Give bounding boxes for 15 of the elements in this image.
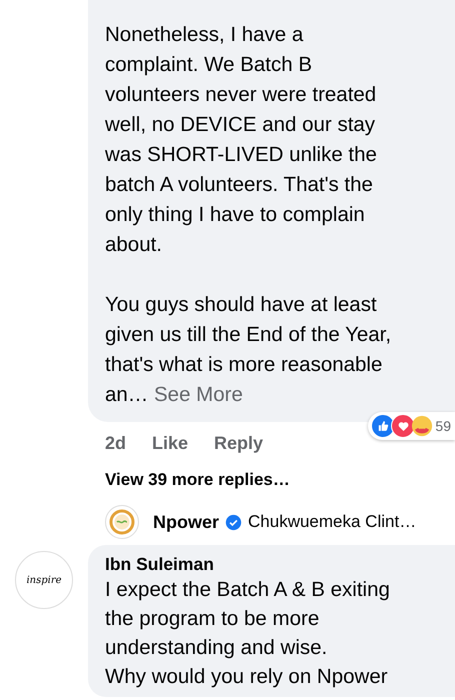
thumbs-up-icon bbox=[371, 414, 396, 438]
comment-text: Nonetheless, I have a complaint. We Batch B volunteers never were treated well, no DEVICE and our stay was SHORT-LIVED unlike the batch A volunteers. That's the only thing I have to complain about. bbox=[105, 22, 378, 258]
reply-preview[interactable]: Chukwuemeka Clint… bbox=[248, 512, 416, 532]
comment-text: I expect the Batch A & B exiting the program to be more understanding and wise. Why would you rely on Npower bbox=[105, 577, 391, 690]
reply-author[interactable]: Npower bbox=[153, 512, 220, 532]
see-more-link[interactable]: See More bbox=[154, 383, 243, 406]
comment-author[interactable]: Ibn Suleiman bbox=[105, 553, 451, 575]
reaction-count-badge[interactable]: 59 bbox=[368, 412, 455, 440]
view-replies-link[interactable]: View 39 more replies… bbox=[105, 470, 290, 490]
comment-action-button[interactable]: Like bbox=[152, 432, 188, 454]
avatar[interactable]: inspire bbox=[15, 551, 73, 609]
comment-text: You guys should have at least given us till the End of the Year, that's what is more reasonable an… See More bbox=[105, 292, 392, 408]
comment-time: 2d bbox=[105, 432, 126, 454]
npower-logo-icon bbox=[105, 505, 139, 539]
comment-action-button[interactable]: Reply bbox=[214, 432, 264, 454]
